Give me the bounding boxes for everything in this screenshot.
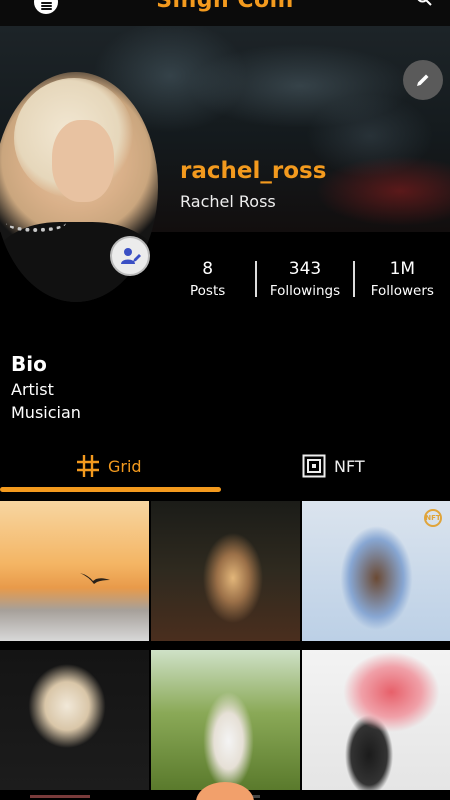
post-thumbnail[interactable] xyxy=(151,650,300,790)
content-tabs: Grid NFT xyxy=(0,448,450,492)
tab-label: NFT xyxy=(334,456,365,476)
post-thumbnail[interactable] xyxy=(0,650,149,790)
tab-nft[interactable]: NFT xyxy=(302,448,365,484)
bird-silhouette xyxy=(80,573,110,584)
full-name: Rachel Ross xyxy=(180,192,276,211)
active-tab-indicator xyxy=(0,487,221,492)
tab-label: Grid xyxy=(108,456,142,476)
bio-line: Musician xyxy=(11,403,81,422)
stat-followings[interactable]: 343 Followings xyxy=(257,259,352,299)
stat-value: 1M xyxy=(389,259,416,279)
stat-label: Followers xyxy=(370,283,434,299)
post-thumbnail[interactable] xyxy=(151,501,300,641)
stat-posts[interactable]: 8 Posts xyxy=(160,259,255,299)
username: rachel_ross xyxy=(180,158,327,184)
stat-value: 343 xyxy=(288,259,322,279)
bio-line: Artist xyxy=(11,380,54,399)
bio-title: Bio xyxy=(11,352,47,376)
post-thumbnail[interactable] xyxy=(0,501,149,641)
profile-stats: 8 Posts 343 Followings 1M Followers xyxy=(160,254,450,304)
pencil-icon xyxy=(417,74,429,86)
bio-section: Bio Artist Musician xyxy=(11,352,81,422)
stat-followers[interactable]: 1M Followers xyxy=(355,259,450,299)
user-edit-icon xyxy=(121,248,141,264)
nft-badge-icon: NFT xyxy=(424,509,442,527)
grid-hash-icon xyxy=(77,455,99,477)
post-thumbnail[interactable]: NFT xyxy=(302,501,450,641)
search-icon[interactable] xyxy=(416,0,432,6)
tab-grid[interactable]: Grid xyxy=(76,448,142,484)
post-thumbnail[interactable] xyxy=(302,650,450,790)
post-grid: NFT xyxy=(0,501,450,790)
stat-label: Posts xyxy=(190,283,226,299)
edit-avatar-button[interactable] xyxy=(110,236,150,276)
edit-cover-button[interactable] xyxy=(403,60,443,100)
stat-label: Followings xyxy=(269,283,341,299)
stat-value: 8 xyxy=(202,259,214,279)
top-app-bar: Singh Coin xyxy=(0,0,450,26)
nft-frame-icon xyxy=(302,454,326,478)
app-title: Singh Coin xyxy=(156,0,294,13)
